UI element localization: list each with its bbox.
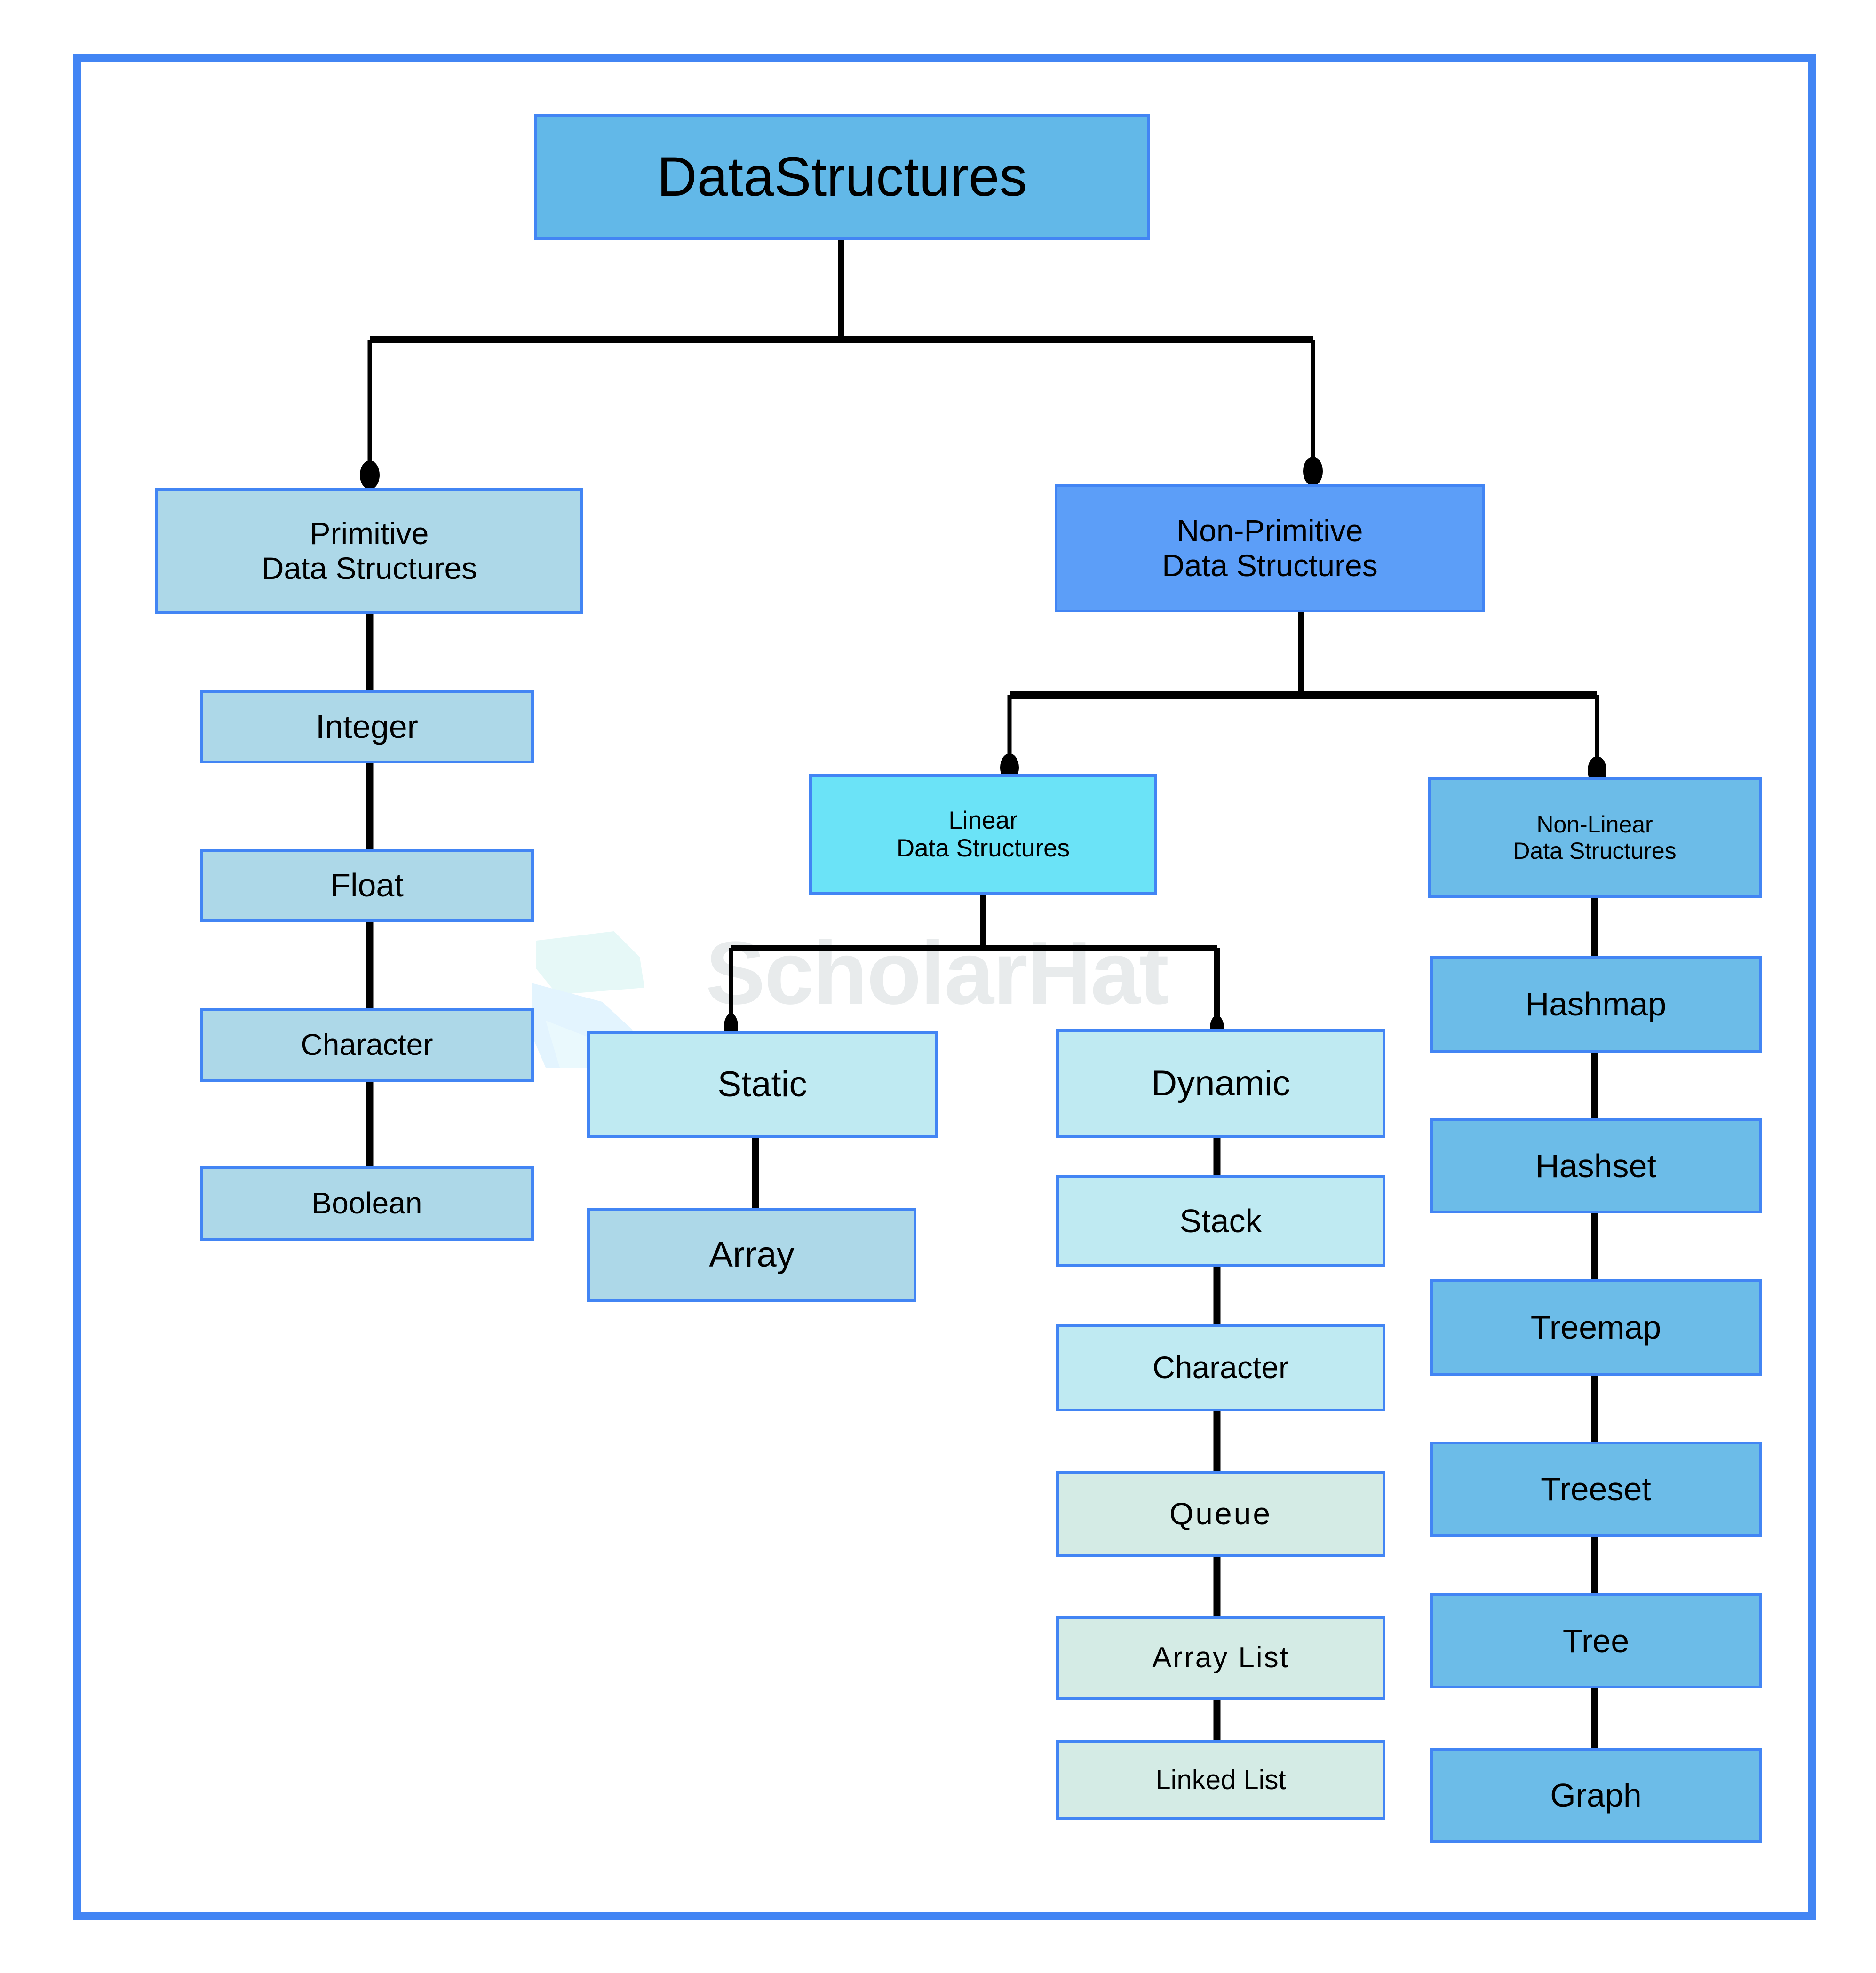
node-non-linear-data-structures[interactable]: Non-Linear Data Structures [1428, 777, 1762, 898]
node-static[interactable]: Static [587, 1031, 938, 1138]
node-tree[interactable]: Tree [1430, 1593, 1762, 1688]
node-queue-label: Queue [1169, 1496, 1272, 1531]
node-float[interactable]: Float [200, 849, 534, 922]
node-graph-label: Graph [1550, 1776, 1642, 1814]
node-non-primitive-data-structures[interactable]: Non-Primitive Data Structures [1055, 484, 1485, 612]
node-dynamic[interactable]: Dynamic [1056, 1029, 1385, 1138]
node-dynamic-label: Dynamic [1151, 1063, 1290, 1104]
node-linked-list[interactable]: Linked List [1056, 1740, 1385, 1820]
node-treemap-label: Treemap [1530, 1309, 1661, 1346]
node-array-list[interactable]: Array List [1056, 1616, 1385, 1700]
node-array[interactable]: Array [587, 1208, 916, 1302]
node-hashmap-label: Hashmap [1525, 986, 1667, 1023]
node-linear-data-structures[interactable]: Linear Data Structures [809, 774, 1157, 895]
node-boolean[interactable]: Boolean [200, 1166, 534, 1241]
node-treeset-label: Treeset [1541, 1471, 1651, 1508]
node-graph[interactable]: Graph [1430, 1748, 1762, 1843]
node-primitive-label: Primitive Data Structures [261, 516, 477, 586]
node-character-primitive-label: Character [301, 1028, 433, 1062]
node-linked-list-label: Linked List [1155, 1764, 1286, 1795]
node-hashset-label: Hashset [1535, 1147, 1656, 1184]
node-root[interactable]: DataStructures [534, 114, 1150, 240]
node-queue[interactable]: Queue [1056, 1471, 1385, 1557]
node-character-dynamic-label: Character [1153, 1350, 1289, 1385]
node-array-list-label: Array List [1152, 1641, 1289, 1674]
node-stack[interactable]: Stack [1056, 1175, 1385, 1267]
node-treemap[interactable]: Treemap [1430, 1279, 1762, 1376]
node-non-linear-label: Non-Linear Data Structures [1513, 811, 1677, 864]
node-stack-label: Stack [1179, 1202, 1262, 1239]
node-integer[interactable]: Integer [200, 690, 534, 763]
node-hashset[interactable]: Hashset [1430, 1118, 1762, 1213]
node-root-label: DataStructures [657, 145, 1027, 208]
node-boolean-label: Boolean [311, 1186, 422, 1220]
diagram-canvas: ScholarHat DataStructures Primitive Data… [0, 0, 1876, 1973]
node-treeset[interactable]: Treeset [1430, 1442, 1762, 1537]
node-static-label: Static [717, 1064, 807, 1105]
node-non-primitive-label: Non-Primitive Data Structures [1162, 513, 1378, 583]
node-array-label: Array [709, 1235, 795, 1275]
node-character-dynamic[interactable]: Character [1056, 1324, 1385, 1411]
node-hashmap[interactable]: Hashmap [1430, 956, 1762, 1053]
node-linear-label: Linear Data Structures [896, 806, 1070, 862]
node-primitive-data-structures[interactable]: Primitive Data Structures [155, 488, 583, 614]
node-integer-label: Integer [316, 708, 418, 745]
node-float-label: Float [330, 867, 404, 904]
node-tree-label: Tree [1562, 1622, 1630, 1659]
node-character-primitive[interactable]: Character [200, 1008, 534, 1082]
